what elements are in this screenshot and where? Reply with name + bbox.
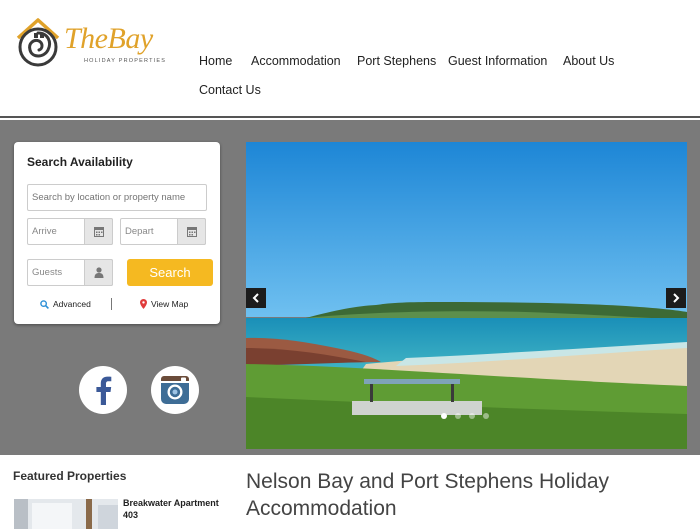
guests-field[interactable]: Guests: [27, 259, 113, 286]
facebook-icon: [96, 376, 112, 405]
guests-placeholder: Guests: [32, 267, 63, 278]
search-button[interactable]: Search: [127, 259, 213, 286]
page-heading: Nelson Bay and Port Stephens Holiday Acc…: [246, 470, 610, 520]
house-swirl-logo-icon: [16, 18, 60, 67]
chevron-left-icon: [252, 293, 259, 303]
search-title: Search Availability: [27, 155, 133, 169]
view-map-link[interactable]: View Map: [140, 299, 188, 309]
slider-prev-button[interactable]: [246, 288, 266, 308]
nav-about-us[interactable]: About Us: [563, 54, 614, 68]
advanced-label: Advanced: [53, 299, 91, 309]
calendar-icon: [94, 227, 104, 237]
featured-properties-title: Featured Properties: [13, 469, 127, 483]
instagram-link[interactable]: [151, 366, 199, 414]
location-search-input[interactable]: [27, 184, 207, 211]
chevron-right-icon: [673, 293, 680, 303]
brand-name: TheBay: [64, 22, 153, 55]
hero-slider[interactable]: [246, 142, 687, 449]
instagram-icon: [161, 376, 189, 404]
nav-contact-us[interactable]: Contact Us: [199, 83, 261, 97]
search-availability-panel: Search Availability Arrive Depart Guests: [14, 142, 220, 324]
view-map-label: View Map: [151, 299, 189, 309]
slider-next-button[interactable]: [666, 288, 686, 308]
brand-logo[interactable]: TheBay HOLIDAY PROPERTIES: [14, 14, 167, 70]
depart-calendar-button[interactable]: [177, 218, 206, 245]
slider-dot[interactable]: [469, 413, 475, 419]
brand-tagline: HOLIDAY PROPERTIES: [84, 58, 167, 64]
nav-home[interactable]: Home: [199, 54, 232, 68]
advanced-search-link[interactable]: Advanced: [40, 299, 91, 309]
arrive-placeholder: Arrive: [32, 226, 57, 237]
nav-accommodation[interactable]: Accommodation: [251, 54, 341, 68]
featured-property-name[interactable]: Breakwater Apartment 403: [123, 498, 223, 521]
depart-placeholder: Depart: [125, 226, 154, 237]
depart-date-field[interactable]: Depart: [120, 218, 206, 245]
slider-dot[interactable]: [483, 413, 489, 419]
calendar-icon: [187, 227, 197, 237]
link-divider: [111, 298, 112, 310]
arrive-calendar-button[interactable]: [84, 218, 113, 245]
map-pin-icon: [140, 299, 147, 309]
facebook-link[interactable]: [79, 366, 127, 414]
slider-dot[interactable]: [441, 413, 447, 419]
nav-guest-information[interactable]: Guest Information: [448, 54, 547, 68]
slider-dots: [441, 413, 501, 421]
search-icon: [40, 300, 49, 309]
user-icon: [94, 267, 104, 278]
slider-dot[interactable]: [455, 413, 461, 419]
site-header: TheBay HOLIDAY PROPERTIES Home Accommoda…: [0, 0, 700, 118]
nav-port-stephens[interactable]: Port Stephens: [357, 54, 436, 68]
guests-addon: [84, 259, 113, 286]
beach-photo: [246, 142, 687, 449]
arrive-date-field[interactable]: Arrive: [27, 218, 113, 245]
